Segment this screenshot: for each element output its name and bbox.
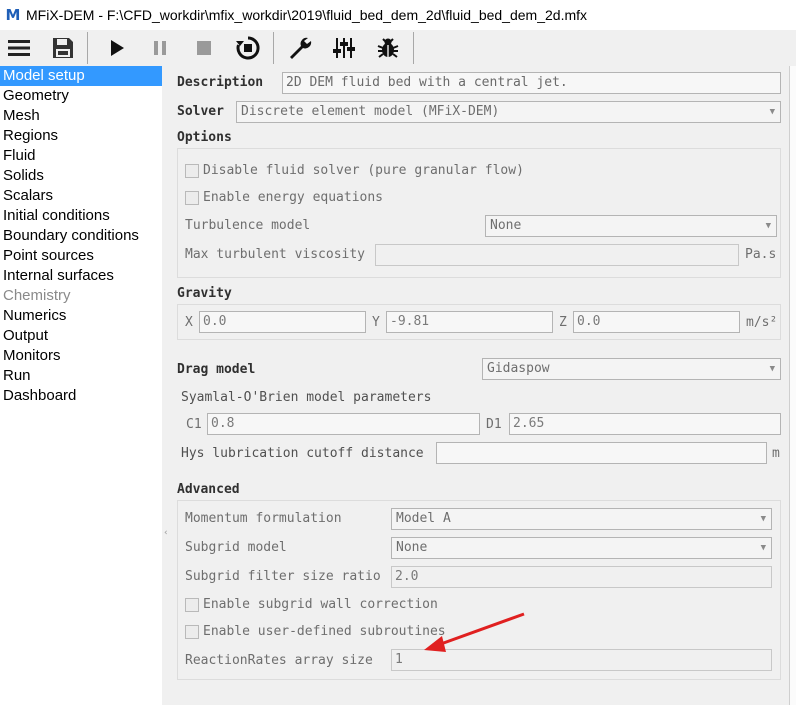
sidebar-item-fluid[interactable]: Fluid <box>0 146 162 166</box>
splitter-handle-icon[interactable]: ‹ <box>164 528 168 538</box>
disable-fluid-solver-label: Disable fluid solver (pure granular flow… <box>203 163 524 178</box>
sidebar-item-initial-conditions[interactable]: Initial conditions <box>0 206 162 226</box>
scrollbar[interactable] <box>789 66 796 705</box>
sidebar-item-output[interactable]: Output <box>0 326 162 346</box>
max-turbulent-viscosity-label: Max turbulent viscosity <box>185 247 366 262</box>
d1-input[interactable]: 2.65 <box>509 413 781 435</box>
sliders-icon[interactable] <box>328 33 360 63</box>
subgrid-wall-correction-label: Enable subgrid wall correction <box>203 597 438 612</box>
max-turbulent-viscosity-unit: Pa.s <box>745 247 777 262</box>
gravity-x-input[interactable]: 0.0 <box>199 311 366 333</box>
user-defined-subroutines-checkbox[interactable]: Enable user-defined subroutines <box>185 624 446 639</box>
description-input[interactable]: 2D DEM fluid bed with a central jet. <box>282 72 781 94</box>
sidebar-item-scalars[interactable]: Scalars <box>0 186 162 206</box>
sidebar-item-numerics[interactable]: Numerics <box>0 306 162 326</box>
checkbox-box[interactable] <box>185 190 199 205</box>
gravity-x-label: X <box>185 315 193 330</box>
advanced-heading: Advanced <box>177 482 240 497</box>
toolbar-separator <box>273 32 274 64</box>
chevron-down-icon: ▼ <box>769 364 775 374</box>
title-bar: M MFiX-DEM - F:\CFD_workdir\mfix_workdir… <box>0 0 796 30</box>
gravity-heading: Gravity <box>177 286 232 301</box>
solver-label: Solver <box>177 104 224 119</box>
hys-lubrication-unit: m <box>772 446 780 461</box>
sidebar-item-solids[interactable]: Solids <box>0 166 162 186</box>
sidebar-nav: Model setup Geometry Mesh Regions Fluid Solid… <box>0 66 162 705</box>
sidebar-item-model-setup[interactable]: Model setup <box>0 66 162 86</box>
drag-model-value: Gidaspow <box>487 361 550 376</box>
mfix-logo-icon: M <box>5 6 21 24</box>
toolbar-separator <box>87 32 88 64</box>
subgrid-model-label: Subgrid model <box>185 540 287 555</box>
hys-lubrication-input[interactable] <box>436 442 767 464</box>
c1-label: C1 <box>186 417 202 432</box>
syamlal-params-label: Syamlal-O'Brien model parameters <box>181 390 432 405</box>
solver-select-value: Discrete element model (MFiX-DEM) <box>241 104 500 119</box>
gravity-z-input[interactable]: 0.0 <box>573 311 740 333</box>
solver-select[interactable]: Discrete element model (MFiX-DEM) ▼ <box>236 101 781 123</box>
momentum-formulation-label: Momentum formulation <box>185 511 342 526</box>
sidebar-item-mesh[interactable]: Mesh <box>0 106 162 126</box>
toolbar <box>0 30 796 66</box>
d1-label: D1 <box>486 417 502 432</box>
gravity-unit: m/s² <box>746 315 778 330</box>
sidebar-item-run[interactable]: Run <box>0 366 162 386</box>
pause-icon[interactable] <box>144 33 176 63</box>
sidebar-item-regions[interactable]: Regions <box>0 126 162 146</box>
window-title: MFiX-DEM - F:\CFD_workdir\mfix_workdir\2… <box>26 7 588 23</box>
checkbox-box[interactable] <box>185 597 199 612</box>
stop-icon[interactable] <box>188 33 220 63</box>
description-label: Description <box>177 75 264 90</box>
sidebar-item-boundary-conditions[interactable]: Boundary conditions <box>0 226 162 246</box>
drag-model-heading: Drag model <box>177 362 256 377</box>
reset-icon[interactable] <box>232 33 264 63</box>
debug-bug-icon[interactable] <box>372 33 404 63</box>
gravity-z-label: Z <box>559 315 567 330</box>
enable-energy-checkbox[interactable]: Enable energy equations <box>185 190 383 205</box>
hys-lubrication-label: Hys lubrication cutoff distance <box>181 446 424 461</box>
turbulence-model-label: Turbulence model <box>185 218 311 233</box>
subgrid-model-value: None <box>396 540 428 555</box>
sidebar-item-geometry[interactable]: Geometry <box>0 86 162 106</box>
sidebar-item-dashboard[interactable]: Dashboard <box>0 386 162 406</box>
gravity-y-input[interactable]: -9.81 <box>386 311 553 333</box>
sidebar-item-point-sources[interactable]: Point sources <box>0 246 162 266</box>
checkbox-box[interactable] <box>185 624 199 639</box>
chevron-down-icon: ▼ <box>769 107 775 117</box>
reaction-rates-size-input[interactable]: 1 <box>391 649 772 671</box>
sidebar-item-monitors[interactable]: Monitors <box>0 346 162 366</box>
c1-input[interactable]: 0.8 <box>207 413 480 435</box>
momentum-formulation-value: Model A <box>396 511 451 526</box>
subgrid-filter-input[interactable]: 2.0 <box>391 566 772 588</box>
chevron-down-icon: ▼ <box>765 221 771 231</box>
toolbar-separator <box>413 32 414 64</box>
menu-icon[interactable] <box>3 33 35 63</box>
max-turbulent-viscosity-input[interactable] <box>375 244 739 266</box>
run-icon[interactable] <box>101 33 133 63</box>
chevron-down-icon: ▼ <box>760 543 766 553</box>
gravity-y-label: Y <box>372 315 380 330</box>
subgrid-filter-label: Subgrid filter size ratio <box>185 569 381 584</box>
sidebar-item-chemistry: Chemistry <box>3 287 71 304</box>
drag-model-select[interactable]: Gidaspow ▼ <box>482 358 781 380</box>
user-defined-subroutines-label: Enable user-defined subroutines <box>203 624 446 639</box>
turbulence-model-value: None <box>490 218 522 233</box>
splitter[interactable]: ‹ <box>162 66 172 705</box>
checkbox-box[interactable] <box>185 163 199 178</box>
turbulence-model-select[interactable]: None ▼ <box>485 215 777 237</box>
subgrid-wall-correction-checkbox[interactable]: Enable subgrid wall correction <box>185 597 438 612</box>
disable-fluid-solver-checkbox[interactable]: Disable fluid solver (pure granular flow… <box>185 163 524 178</box>
enable-energy-label: Enable energy equations <box>203 190 384 205</box>
chevron-down-icon: ▼ <box>760 514 766 524</box>
momentum-formulation-select[interactable]: Model A ▼ <box>391 508 772 530</box>
save-icon[interactable] <box>47 33 79 63</box>
options-heading: Options <box>177 130 232 145</box>
model-setup-panel: Description 2D DEM fluid bed with a cent… <box>172 66 796 705</box>
subgrid-model-select[interactable]: None ▼ <box>391 537 772 559</box>
reaction-rates-size-label: ReactionRates array size <box>185 653 373 668</box>
sidebar-item-internal-surfaces[interactable]: Internal surfaces <box>0 266 162 286</box>
settings-wrench-icon[interactable] <box>284 33 316 63</box>
